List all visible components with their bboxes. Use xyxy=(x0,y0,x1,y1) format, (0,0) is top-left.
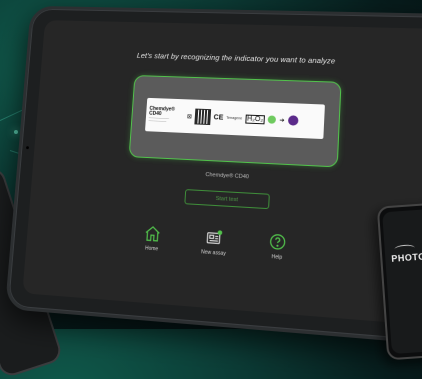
new-assay-icon xyxy=(205,230,223,248)
symbol-icon: ⊠ xyxy=(186,113,193,120)
chemical-label: H₂O₂ xyxy=(244,114,266,124)
nav-help-label: Help xyxy=(271,253,283,261)
indicator-caption: Chemdye® CD40 xyxy=(205,171,250,181)
nav-new-assay[interactable]: New assay xyxy=(193,227,235,257)
tablet-camera xyxy=(26,146,30,150)
indicator-logo: Terragene xyxy=(226,115,243,121)
bg-network-node xyxy=(14,130,18,134)
indicator-card[interactable]: Chemdye® CD40 ———————— ——————— ⊠ CE Terra… xyxy=(128,75,342,168)
nav-help[interactable]: Help xyxy=(256,231,299,262)
tablet-frame: Let's start by recognizing the indicator… xyxy=(4,5,422,346)
page-title: Let's start by recognizing the indicator… xyxy=(136,50,336,66)
brand-swoosh-icon xyxy=(394,244,415,253)
bottom-nav: Home New assay Help xyxy=(132,223,299,262)
arrow-right-icon: ➔ xyxy=(279,117,285,124)
indicator-brand: Chemdye® CD40 ———————— ——————— xyxy=(148,105,176,123)
color-end-swatch xyxy=(287,115,299,126)
start-test-button[interactable]: Start test xyxy=(184,189,270,210)
home-icon xyxy=(143,224,162,243)
indicator-label: Chemdye® CD40 ———————— ——————— ⊠ CE Terra… xyxy=(144,97,325,140)
phone-screen: PHOTO xyxy=(382,207,422,355)
qr-code-icon xyxy=(194,108,212,126)
nav-home[interactable]: Home xyxy=(132,223,173,253)
nav-new-assay-label: New assay xyxy=(200,249,226,258)
color-start-swatch xyxy=(268,115,277,124)
phone-brand-text: PHOTO xyxy=(391,251,422,264)
tablet-screen: Let's start by recognizing the indicator… xyxy=(22,20,422,326)
nav-home-label: Home xyxy=(144,245,159,253)
help-icon xyxy=(268,232,288,252)
ce-mark: CE xyxy=(213,113,224,122)
